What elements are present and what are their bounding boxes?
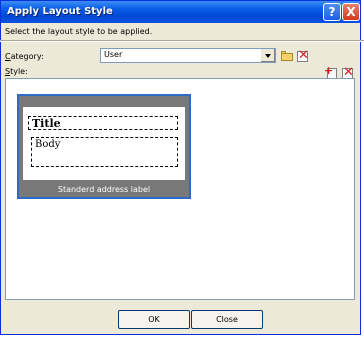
- close-window-button[interactable]: X: [342, 3, 360, 21]
- style-preview: Title Body: [23, 107, 185, 180]
- preview-body-box: Body: [31, 137, 178, 167]
- style-list-item[interactable]: Title Body Standerd address label: [17, 94, 191, 199]
- add-category-icon[interactable]: [280, 49, 295, 63]
- delete-category-icon[interactable]: [296, 48, 311, 63]
- close-button[interactable]: Close: [191, 310, 263, 329]
- style-caption: Standerd address label: [57, 185, 151, 194]
- preview-title: Title: [32, 117, 61, 130]
- preview-title-box: Title: [28, 116, 178, 130]
- ok-button[interactable]: OK: [118, 310, 190, 329]
- instruction-text: Select the layout style to be applied.: [5, 27, 153, 36]
- category-label: Category:: [5, 52, 44, 61]
- style-label: Style:: [5, 67, 28, 76]
- preview-body: Body: [35, 139, 61, 150]
- title-bar[interactable]: Apply Layout Style ? X: [1, 1, 360, 23]
- separator: [0, 40, 364, 42]
- dropdown-arrow-icon[interactable]: [260, 49, 275, 62]
- window-title: Apply Layout Style: [7, 6, 113, 17]
- category-combobox[interactable]: User: [100, 48, 276, 63]
- help-button[interactable]: ?: [323, 3, 341, 21]
- category-value: User: [104, 50, 123, 59]
